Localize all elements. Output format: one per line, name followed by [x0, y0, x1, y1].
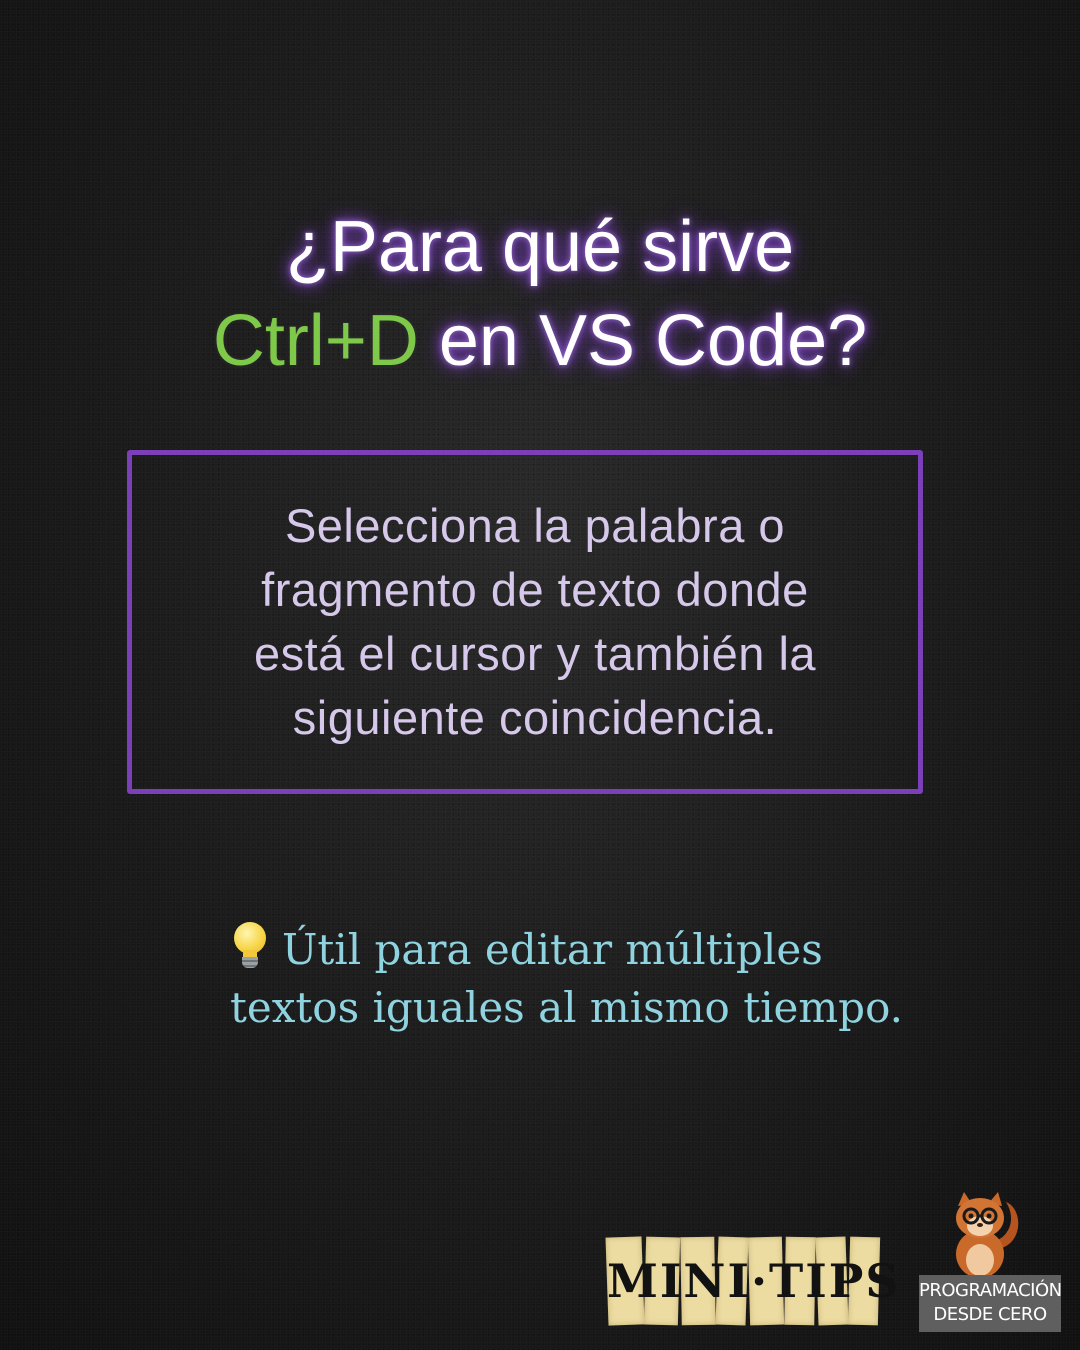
- page-title: ¿Para qué sirve Ctrl+D en VS Code?: [0, 200, 1080, 388]
- title-line-2-rest: en VS Code?: [418, 301, 868, 381]
- brand-logo: PROGRAMACIÓN DESDE CERO: [919, 1275, 1062, 1332]
- title-line-2: Ctrl+D en VS Code?: [0, 294, 1080, 388]
- title-line-1: ¿Para qué sirve: [285, 207, 795, 287]
- description-line: Selecciona la palabra o: [284, 499, 786, 552]
- description-text: Selecciona la palabra o fragmento de tex…: [127, 494, 943, 750]
- brand-line-2: DESDE CERO: [933, 1304, 1047, 1325]
- brand-line-1: PROGRAMACIÓN: [919, 1280, 1062, 1301]
- tip-line-1: Útil para editar múltiples: [230, 920, 930, 979]
- tip-line-2: textos iguales al mismo tiempo.: [230, 983, 903, 1032]
- description-line: fragmento de texto donde: [261, 563, 809, 616]
- description-line: siguiente coincidencia.: [292, 691, 778, 744]
- description-line: está el cursor y también la: [253, 627, 817, 680]
- mini-tips-label: MINI·TIPS: [607, 1254, 901, 1308]
- mini-tips-badge: MINI·TIPS: [605, 1236, 901, 1326]
- tip-note: Útil para editar múltiples textos iguale…: [230, 920, 930, 1037]
- tip-line-1-text: Útil para editar múltiples: [282, 925, 823, 974]
- squirrel-mascot-icon: [956, 1192, 1019, 1278]
- lightbulb-icon: [230, 920, 270, 970]
- shortcut-highlight: Ctrl+D: [212, 301, 419, 381]
